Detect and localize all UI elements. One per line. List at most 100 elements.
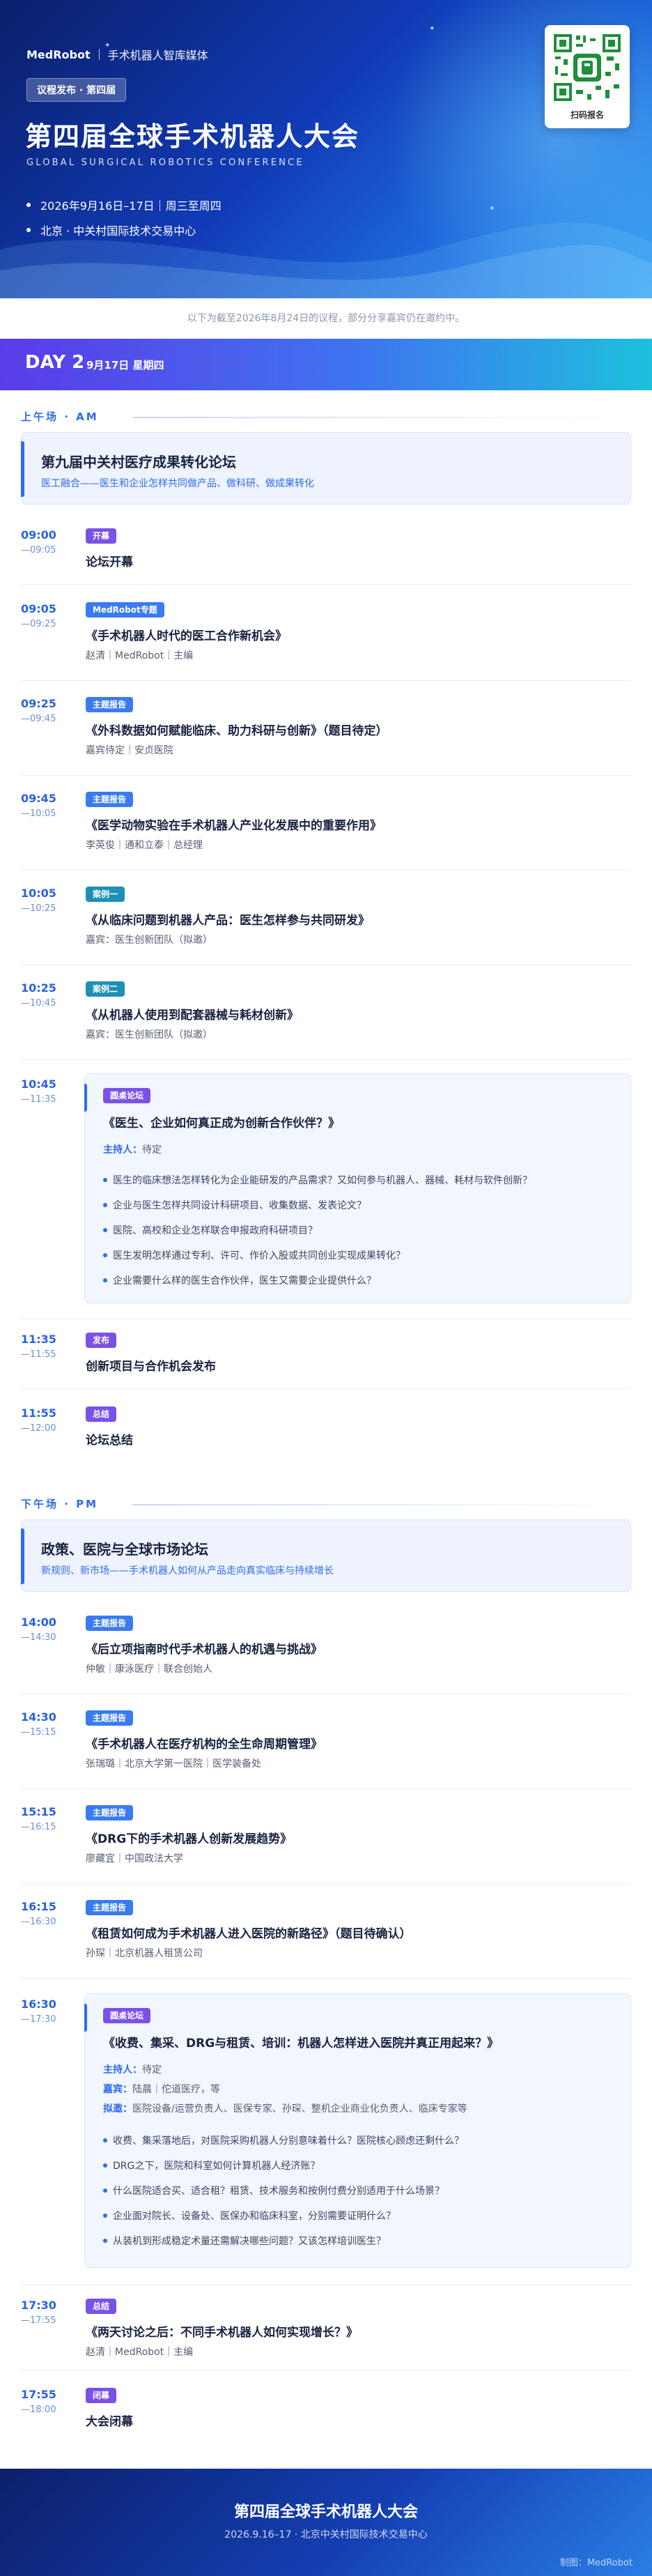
panel-question: 企业面对院长、设备处、医保办和临床科室，分别需要证明什么？ [103, 2209, 396, 2223]
session-tag: 案例二 [86, 981, 125, 997]
pm-section-label: 下午场 · PM [21, 1498, 99, 1510]
session-tag: 开幕 [86, 528, 117, 544]
session-tag: 主题报告 [86, 697, 134, 712]
start-time: 09:45 [21, 792, 56, 805]
panel-guests: 嘉宾：陆晨｜佗道医疗，等 [103, 2084, 220, 2095]
start-time: 16:15 [21, 1900, 56, 1913]
date-line: 2026年9月16日–17日｜周三至周四 [26, 197, 222, 213]
session-speaker: 嘉宾：医生创新团队（拟邀） [86, 1029, 212, 1041]
session-title: 《租赁如何成为手术机器人进入医院的新路径》（题目待确认） [86, 1927, 412, 1941]
end-time: —17:55 [21, 2315, 56, 2326]
end-time: —12:00 [21, 1423, 56, 1434]
session-title: 《医生、企业如何真正成为创新合作伙伴？》 [103, 1117, 340, 1130]
session-title: 《外科数据如何赋能临床、助力科研与创新》（题目待定） [86, 724, 388, 738]
brand-line: MedRobot 手术机器人智库媒体 [26, 46, 208, 63]
footer-title: 第四届全球手术机器人大会 [233, 2504, 418, 2521]
panel-question: 医院、高校和企业怎样联合申报政府科研项目？ [103, 1223, 318, 1237]
start-time: 14:00 [21, 1616, 56, 1629]
footer: 第四届全球手术机器人大会 2026.9.16–17 · 北京中关村国际技术交易中… [0, 2469, 652, 2576]
sparkle-icon: ✦ [489, 205, 495, 213]
session-speaker: 仲敏｜康泳医疗｜联合创始人 [86, 1664, 212, 1675]
end-time: —15:15 [21, 1727, 56, 1738]
session-title: 论坛总结 [86, 1434, 133, 1448]
start-time: 10:45 [21, 1078, 56, 1091]
page-title: 第四届全球手术机器人大会 [25, 121, 360, 152]
session-title: 《从机器人使用到配套器械与耗材创新》 [86, 1009, 299, 1022]
end-time: —16:15 [21, 1822, 56, 1832]
release-pill: 议程发布 · 第四届 [26, 78, 127, 102]
day-label: DAY 2 [25, 352, 85, 373]
end-time: —16:30 [21, 1917, 56, 1927]
session-speaker: 赵清｜MedRobot｜主编 [86, 2347, 194, 2358]
session-tag: 主题报告 [86, 1900, 134, 1915]
session-tag: 闭幕 [86, 2388, 117, 2403]
session-title: 大会闭幕 [86, 2415, 133, 2429]
start-time: 17:30 [21, 2299, 56, 2312]
english-subtitle: GLOBAL SURGICAL ROBOTICS CONFERENCE [26, 158, 304, 168]
start-time: 14:30 [21, 1710, 56, 1724]
start-time: 15:15 [21, 1805, 56, 1818]
end-time: —11:55 [21, 1349, 56, 1360]
divider [21, 584, 631, 585]
session-speaker: 赵清｜MedRobot｜主编 [86, 650, 194, 661]
start-time: 17:55 [21, 2388, 56, 2401]
panel-question: DRG之下，医院和科室如何计算机器人经济账？ [102, 2159, 320, 2172]
divider [21, 775, 631, 776]
end-time: —09:25 [21, 619, 56, 629]
start-time: 16:30 [21, 1998, 56, 2011]
panel-question: 医生的临床想法怎样转化为企业能研发的产品需求？又如何参与机器人、器械、耗材与软件… [103, 1173, 532, 1187]
session-speaker: 孙琛｜北京机器人租赁公司 [86, 1948, 203, 1959]
session-title: 《手术机器人时代的医工合作新机会》 [86, 629, 287, 643]
session-title: 《DRG下的手术机器人创新发展趋势》 [86, 1832, 293, 1846]
start-time: 10:05 [21, 887, 56, 900]
divider [21, 1788, 631, 1789]
start-time: 11:55 [21, 1406, 56, 1420]
session-title: 创新项目与合作机会发布 [86, 1360, 216, 1374]
qr-code-icon[interactable] [551, 31, 623, 104]
session-speaker: 李英俊｜通和立泰｜总经理 [86, 840, 203, 851]
qr-card[interactable]: 扫码报名 [545, 25, 630, 128]
session-tag: 总结 [86, 2299, 117, 2314]
am-section-label: 上午场 · AM [21, 411, 99, 423]
footer-credit: 制图：MedRobot [559, 2558, 632, 2568]
session-tag: 总结 [86, 1406, 117, 1422]
hero-banner: ✦ ✦ ✦ MedRobot 手术机器人智库媒体 议程发布 · 第四届 第四届全… [0, 0, 652, 298]
brand-subtitle: 手术机器人智库媒体 [107, 49, 208, 62]
session-title: 《后立项指南时代手术机器人的机遇与挑战》 [86, 1643, 323, 1657]
end-time: —10:25 [21, 903, 56, 914]
session-speaker: 嘉宾待定｜安贞医院 [86, 745, 173, 756]
panel-question: 什么医院适合买、适合租？租赁、技术服务和按例付费分别适用于什么场景？ [103, 2184, 444, 2198]
roundtable-panel: 圆桌论坛 《收费、集采、DRG与租赁、培训：机器人怎样进入医院并真正用起来？》 … [84, 1993, 631, 2268]
divider [21, 1059, 631, 1060]
divider [21, 1978, 631, 1979]
divider [132, 417, 631, 418]
am-forum-title: 第九届中关村医疗成果转化论坛 [41, 454, 236, 470]
end-time: —11:35 [21, 1094, 56, 1105]
date-text: 2026年9月16日–17日｜周三至周四 [40, 199, 222, 213]
panel-question: 医生发明怎样通过专利、许可、作价入股或共同创业实现成果转化？ [103, 1248, 405, 1262]
session-title: 《两天讨论之后：不同手术机器人如何实现增长？》 [86, 2326, 358, 2340]
location-text: 北京 · 中关村国际技术交易中心 [40, 224, 196, 238]
panel-question: 从装机到形成稳定术量还需解决哪些问题？又该怎样培训医生？ [103, 2234, 386, 2248]
session-tag: 主题报告 [86, 792, 134, 807]
session-tag: 主题报告 [86, 1805, 134, 1820]
session-tag: 主题报告 [86, 1616, 134, 1631]
session-tag: 主题报告 [86, 1710, 134, 1726]
end-time: —09:45 [21, 714, 56, 724]
panel-host: 主持人：待定 [103, 2064, 162, 2076]
panel-question: 收费、集采落地后，对医院采购机器人分别意味着什么？医院核心顾虑还剩什么？ [103, 2133, 464, 2147]
panel-host: 主持人：待定 [103, 1144, 162, 1156]
divider [21, 680, 631, 681]
session-title: 《手术机器人在医疗机构的全生命周期管理》 [86, 1738, 323, 1751]
start-time: 09:00 [21, 528, 56, 542]
start-time: 09:25 [21, 697, 56, 710]
session-title: 《从临床问题到机器人产品：医生怎样参与共同研发》 [86, 914, 370, 928]
session-title: 论坛开幕 [86, 555, 133, 569]
footer-subtitle: 2026.9.16–17 · 北京中关村国际技术交易中心 [224, 2529, 428, 2540]
start-time: 11:35 [21, 1333, 56, 1346]
panel-question: 企业需要什么样的医生合作伙伴，医生又需要企业提供什么？ [103, 1273, 376, 1287]
bullet-dot-icon [26, 228, 31, 232]
location-line: 北京 · 中关村国际技术交易中心 [26, 222, 196, 238]
session-speaker: 张瑞璐｜北京大学第一医院｜医学装备处 [86, 1758, 261, 1770]
agenda-notice: 以下为截至2026年8月24日的议程，部分分享嘉宾仍在邀约中。 [0, 298, 652, 339]
